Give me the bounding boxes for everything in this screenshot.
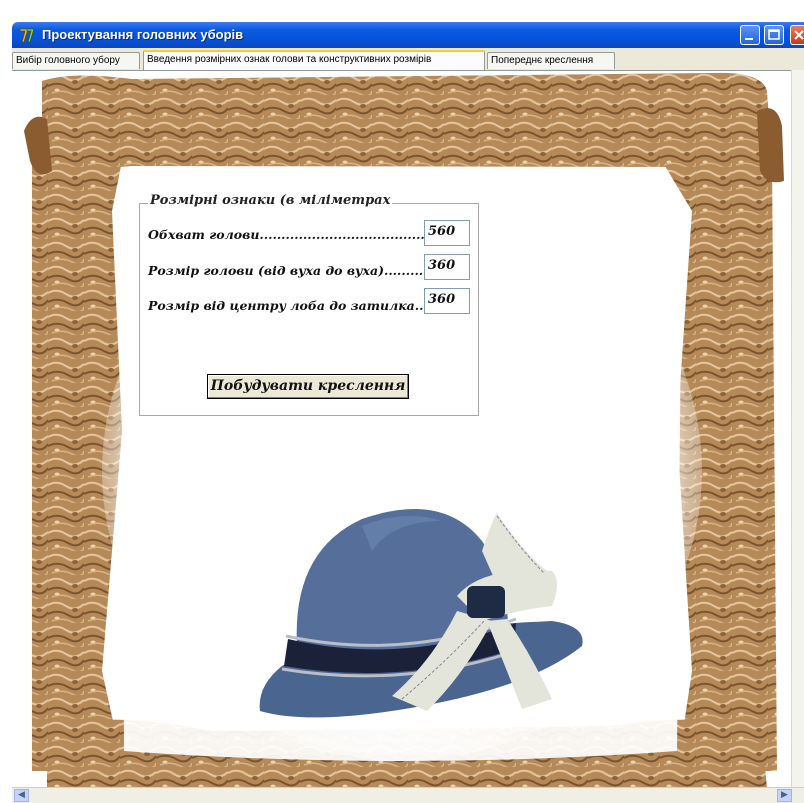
window-title-bar[interactable]: Проектування головних уборів	[12, 22, 804, 48]
minimize-button[interactable]	[740, 25, 760, 45]
window-title: Проектування головних уборів	[42, 27, 244, 42]
tab-hat-selection[interactable]: Вибір головного убору	[12, 52, 140, 69]
window-client-area: Вибір головного убору Введення розмірних…	[12, 48, 804, 803]
head-circumference-field[interactable]: 560	[424, 220, 470, 246]
horizontal-scrollbar[interactable]: ◀ ▶	[12, 787, 804, 803]
maximize-button[interactable]	[764, 25, 784, 45]
cloche-hat-image	[259, 508, 583, 718]
scroll-left-icon[interactable]: ◀	[14, 789, 29, 802]
tab-preliminary-drawing[interactable]: Попереднє креслення	[487, 52, 615, 69]
scroll-right-icon[interactable]: ▶	[777, 789, 792, 802]
vertical-scrollbar[interactable]	[791, 70, 804, 788]
minimize-icon	[745, 38, 753, 40]
maximize-icon	[768, 29, 780, 40]
tab-size-input[interactable]: Введення розмірних ознак голови та конст…	[143, 50, 485, 70]
build-drawing-button[interactable]: Побудувати креслення	[207, 374, 409, 399]
head-circumference-label: Обхват голови...........................…	[148, 227, 430, 242]
app-icon	[19, 28, 35, 43]
forehead-to-nape-label: Розмір від центру лоба до затилка...	[148, 298, 428, 313]
group-caption: Розмірні ознаки (в міліметрах	[148, 193, 393, 208]
ear-to-ear-label: Розмір голови (від вуха до вуха)........…	[148, 263, 424, 278]
size-parameters-group: Розмірні ознаки (в міліметрах Обхват гол…	[139, 193, 479, 416]
close-button[interactable]	[790, 25, 804, 45]
close-icon	[794, 30, 804, 40]
forehead-to-nape-field[interactable]: 360	[424, 288, 470, 314]
tab-strip: Вибір головного убору Введення розмірних…	[12, 50, 804, 70]
ear-to-ear-field[interactable]: 360	[424, 254, 470, 280]
tab-panel: Розмірні ознаки (в міліметрах Обхват гол…	[12, 70, 792, 789]
desktop-background	[0, 0, 804, 20]
